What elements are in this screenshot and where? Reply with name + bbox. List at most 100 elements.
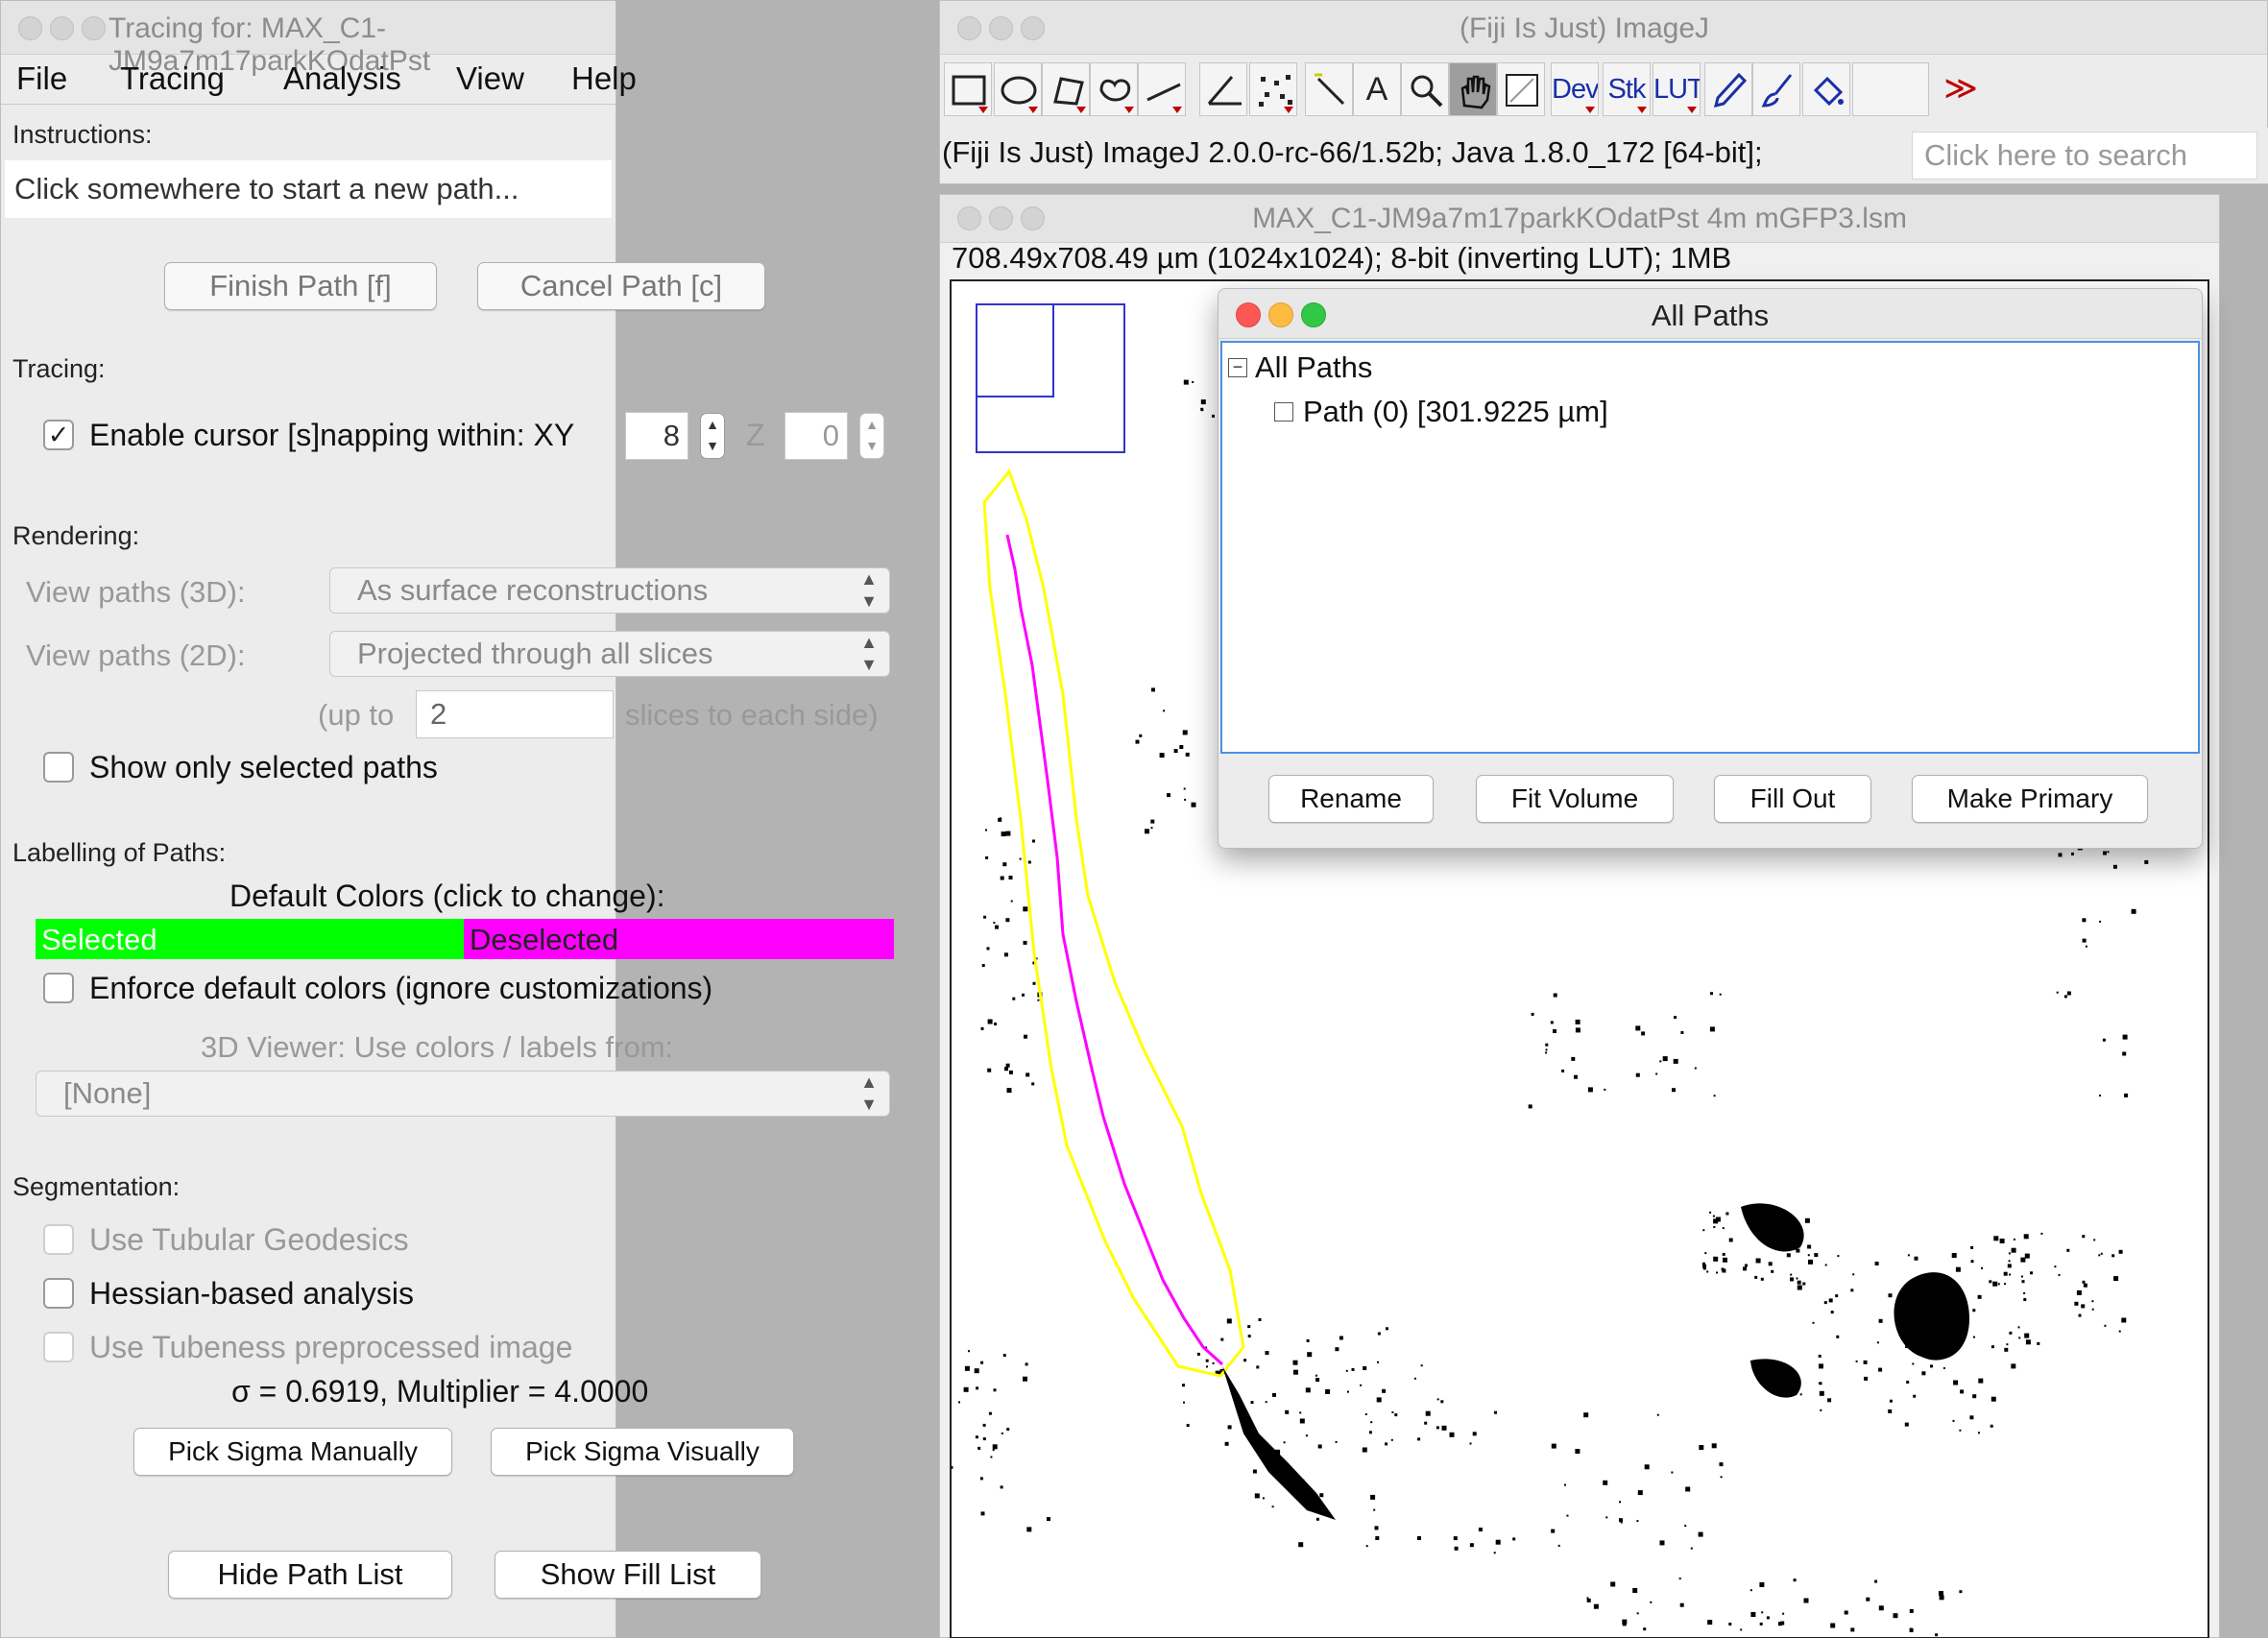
polygon-tool-icon[interactable] — [1042, 62, 1090, 116]
hessian-checkbox[interactable] — [43, 1278, 74, 1309]
menu-view[interactable]: View — [456, 60, 524, 97]
dev-menu-button[interactable]: Dev — [1551, 62, 1599, 116]
speckle-dot — [1671, 1471, 1674, 1474]
speckle-dot — [1220, 1337, 1224, 1341]
speckle-dot — [1969, 1415, 1974, 1420]
speckle-dot — [1993, 1236, 1999, 1241]
speckle-dot — [1593, 1603, 1599, 1609]
pick-sigma-visually-button[interactable]: Pick Sigma Visually — [491, 1428, 794, 1476]
speckle-dot — [1027, 860, 1031, 864]
z-label: Z — [746, 418, 765, 452]
freehand-tool-icon[interactable] — [1090, 62, 1138, 116]
speckle-dot — [2058, 853, 2063, 857]
show-fill-list-button[interactable]: Show Fill List — [495, 1551, 761, 1599]
hide-path-list-button[interactable]: Hide Path List — [168, 1551, 452, 1599]
wand-tool-icon[interactable] — [1305, 62, 1353, 116]
speckle-dot — [2091, 1300, 2094, 1303]
more-tools[interactable]: ≫ — [1937, 62, 1985, 116]
speckle-dot — [1002, 1354, 1006, 1358]
make-primary-button[interactable]: Make Primary — [1912, 775, 2148, 823]
fit-volume-button[interactable]: Fit Volume — [1476, 775, 1674, 823]
pick-sigma-manually-button[interactable]: Pick Sigma Manually — [133, 1428, 452, 1476]
speckle-dot — [1000, 876, 1004, 880]
multipoint-tool-icon[interactable] — [1249, 62, 1297, 116]
oval-tool-icon[interactable] — [994, 62, 1042, 116]
fill-out-button[interactable]: Fill Out — [1714, 775, 1871, 823]
speckle-dot — [985, 829, 987, 831]
cancel-path-button[interactable]: Cancel Path [c] — [477, 262, 765, 310]
speckle-dot — [1256, 1365, 1260, 1369]
pencil-tool-icon[interactable] — [1704, 62, 1752, 116]
empty-tool-icon[interactable] — [1852, 62, 1929, 116]
color-picker-tool-icon[interactable] — [1497, 62, 1545, 116]
xy-snap-field[interactable]: 8 — [625, 412, 688, 460]
menu-analysis[interactable]: Analysis — [283, 60, 401, 97]
menu-tracing[interactable]: Tracing — [120, 60, 225, 97]
speckle-dot — [1212, 1361, 1215, 1364]
speckle-dot — [1258, 1318, 1262, 1321]
speckle-dot — [1173, 749, 1178, 754]
view2d-select[interactable]: Projected through all slices ▲ ▼ — [329, 631, 890, 677]
lut-menu-button[interactable]: LUT — [1653, 62, 1701, 116]
hand-tool-icon[interactable] — [1449, 62, 1497, 116]
viewer-select[interactable]: [None] ▲ ▼ — [36, 1071, 890, 1117]
tubular-checkbox[interactable] — [43, 1224, 74, 1255]
paths-tree[interactable]: − All Paths Path (0) [301.9225 µm] — [1220, 341, 2200, 754]
menu-help[interactable]: Help — [571, 60, 637, 97]
submenu-triangle-icon — [1172, 107, 1182, 113]
line-tool-icon[interactable] — [1138, 62, 1186, 116]
flood-fill-tool-icon[interactable] — [1802, 62, 1850, 116]
search-field[interactable]: Click here to search — [1912, 132, 2257, 180]
xy-snap-stepper[interactable]: ▲ ▼ — [700, 413, 725, 459]
all-paths-title-bar[interactable]: All Paths — [1218, 289, 2202, 339]
selected-color-swatch[interactable]: Selected — [36, 919, 464, 959]
z-snap-stepper[interactable]: ▲ ▼ — [859, 413, 884, 459]
enforce-colors-checkbox[interactable] — [43, 973, 74, 1003]
image-title-bar[interactable]: MAX_C1-JM9a7m17parkKOdatPst 4m mGFP3.lsm — [940, 195, 2219, 243]
tree-collapse-icon[interactable]: − — [1228, 358, 1247, 377]
speckle-dot — [1659, 1540, 1665, 1546]
rectangle-tool-icon[interactable] — [944, 62, 992, 116]
speckle-dot — [1551, 1443, 1556, 1449]
stk-menu-button[interactable]: Stk — [1603, 62, 1651, 116]
upto-field[interactable]: 2 — [416, 690, 614, 738]
menu-file[interactable]: File — [16, 60, 67, 97]
rename-button[interactable]: Rename — [1268, 775, 1434, 823]
speckle-dot — [1959, 1429, 1962, 1432]
magnifier-tool-icon[interactable] — [1401, 62, 1449, 116]
speckle-dot — [1814, 1253, 1819, 1258]
deselected-color-swatch[interactable]: Deselected — [464, 919, 894, 959]
z-snap-field[interactable]: 0 — [784, 412, 848, 460]
view3d-select[interactable]: As surface reconstructions ▲ ▼ — [329, 567, 890, 614]
speckle-dot — [1000, 1485, 1003, 1489]
select-arrows-icon: ▲ ▼ — [860, 569, 878, 611]
speckle-dot — [1196, 1352, 1200, 1356]
speckle-dot — [1743, 1266, 1747, 1271]
text-tool-icon[interactable]: A — [1353, 62, 1401, 116]
minimize-icon[interactable] — [50, 16, 74, 40]
path-item-label[interactable]: Path (0) [301.9225 µm] — [1303, 395, 1608, 429]
speckle-dot — [1441, 1425, 1447, 1431]
speckle-dot — [1472, 1432, 1477, 1436]
snapping-label: Enable cursor [s]napping within: XY — [89, 418, 575, 452]
speckle-dot — [982, 1437, 986, 1441]
close-icon[interactable] — [18, 16, 42, 40]
brush-tool-icon[interactable] — [1752, 62, 1800, 116]
tubeness-checkbox[interactable] — [43, 1332, 74, 1362]
zoom-icon[interactable] — [82, 16, 106, 40]
show-selected-checkbox[interactable] — [43, 752, 74, 783]
speckle-dot — [1010, 900, 1013, 903]
tracing-title-bar[interactable]: Tracing for: MAX_C1-JM9a7m17parkKOdatPst — [1, 1, 615, 77]
submenu-triangle-icon — [1585, 107, 1595, 113]
submenu-triangle-icon — [1687, 107, 1697, 113]
tree-root-label[interactable]: All Paths — [1255, 350, 1372, 385]
angle-tool-icon[interactable] — [1199, 62, 1247, 116]
speckle-dot — [1888, 1409, 1893, 1413]
speckle-dot — [1620, 1521, 1623, 1524]
speckle-dot — [995, 925, 999, 929]
speckle-dot — [2093, 1239, 2096, 1241]
finish-path-button[interactable]: Finish Path [f] — [164, 262, 437, 310]
speckle-dot — [1972, 1309, 1976, 1313]
snapping-checkbox[interactable]: ✓ — [43, 420, 74, 450]
speckle-dot — [1005, 1063, 1010, 1068]
